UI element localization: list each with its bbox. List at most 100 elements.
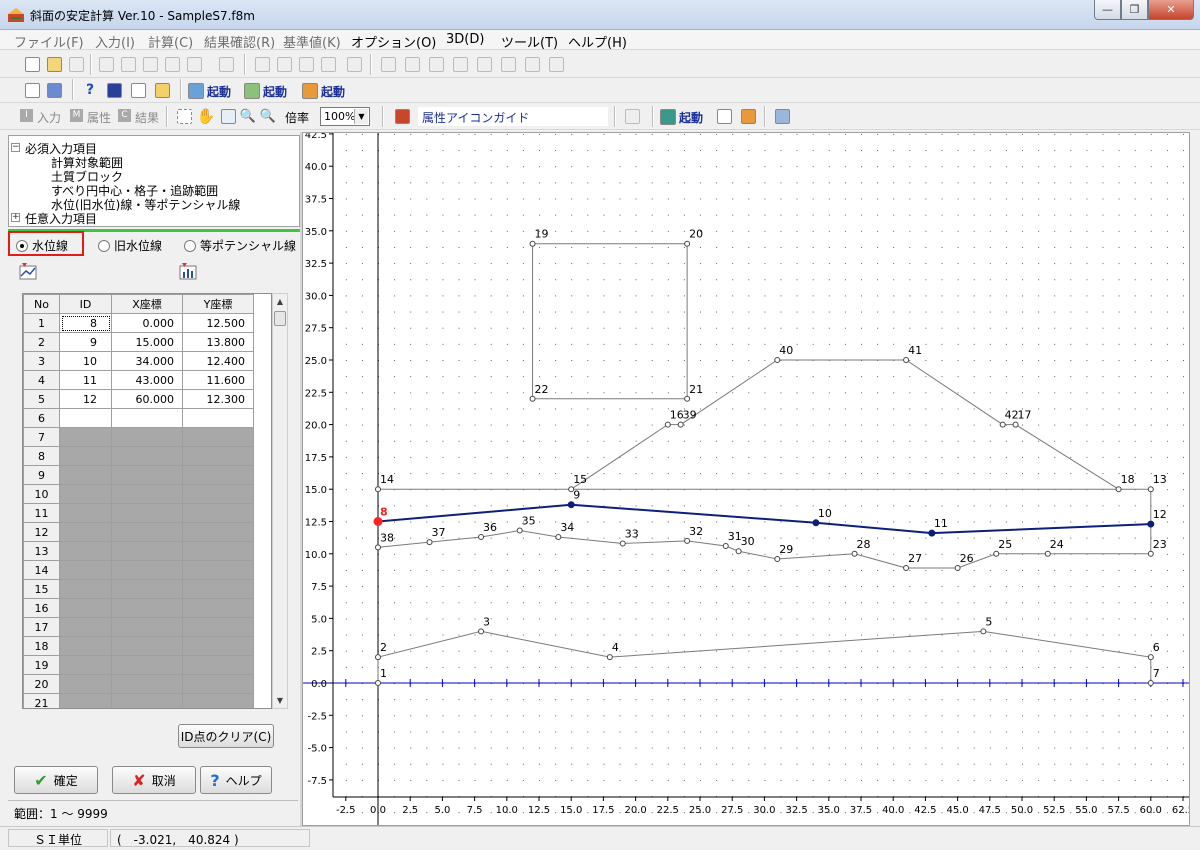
hand-icon[interactable]: ✋ xyxy=(196,106,216,126)
menu-help[interactable]: ヘルプ(H) xyxy=(568,32,627,51)
person-icon[interactable] xyxy=(152,80,172,100)
export-chart-icon[interactable] xyxy=(178,262,200,282)
grid-icon[interactable] xyxy=(714,106,734,126)
cell-x[interactable] xyxy=(111,484,183,504)
cell-y[interactable] xyxy=(182,598,254,618)
cell-x[interactable] xyxy=(111,674,183,694)
cell-id[interactable] xyxy=(59,446,112,466)
table-row[interactable]: 20 xyxy=(23,674,254,694)
window-icon[interactable] xyxy=(772,106,792,126)
table-scrollbar[interactable]: ▲ ▼ xyxy=(272,293,288,709)
cell-x[interactable]: 43.000 xyxy=(111,370,183,390)
chart7-icon[interactable] xyxy=(522,54,542,74)
menu-tool[interactable]: ツール(T) xyxy=(501,32,558,51)
layer-icon[interactable] xyxy=(622,106,642,126)
cell-x[interactable] xyxy=(111,465,183,485)
cancel-button[interactable]: ✘ 取消 xyxy=(112,766,196,794)
table-row[interactable]: 11 xyxy=(23,503,254,523)
menu-calc[interactable]: 計算(C) xyxy=(148,32,193,51)
ok-button[interactable]: ✔ 確定 xyxy=(14,766,98,794)
table-row[interactable]: 14 xyxy=(23,560,254,580)
cell-id[interactable]: 10 xyxy=(59,351,112,371)
launch-button-1[interactable]: 起動 xyxy=(188,80,231,102)
slope-plot[interactable]: -2.5 0.0 2.5 5.0 7.5 10.0 12.5 15.0 17.5 20.0 22.5… xyxy=(303,133,1190,826)
cell-y[interactable]: 12.500 xyxy=(182,313,254,333)
table-row[interactable]: 16 xyxy=(23,598,254,618)
scroll-down-icon[interactable]: ▼ xyxy=(273,693,287,708)
cell-y[interactable] xyxy=(182,674,254,694)
cell-id[interactable] xyxy=(59,598,112,618)
cell-x[interactable]: 15.000 xyxy=(111,332,183,352)
cell-id[interactable] xyxy=(59,636,112,656)
cell-y[interactable] xyxy=(182,484,254,504)
cell-x[interactable] xyxy=(111,541,183,561)
table-row[interactable]: 10 xyxy=(23,484,254,504)
cell-y[interactable]: 12.300 xyxy=(182,389,254,409)
cell-x[interactable] xyxy=(111,427,183,447)
table-row[interactable]: 9 xyxy=(23,465,254,485)
cell-id[interactable] xyxy=(59,693,112,708)
table-row[interactable]: 3 10 34.000 12.400 xyxy=(23,351,254,371)
menu-option[interactable]: オプション(O) xyxy=(351,32,436,51)
ab-icon[interactable] xyxy=(216,54,236,74)
radio-old-water-level[interactable]: 旧水位線 xyxy=(98,237,162,254)
slope-icon[interactable] xyxy=(738,106,758,126)
help-icon[interactable]: ? xyxy=(80,80,100,100)
chart2-icon[interactable] xyxy=(402,54,422,74)
zoom-out-icon[interactable]: 🔍 xyxy=(258,106,278,126)
radio-equipotential[interactable]: 等ポテンシャル線 xyxy=(184,237,296,254)
menu-file[interactable]: ファイル(F) xyxy=(14,32,84,51)
chart6-icon[interactable] xyxy=(498,54,518,74)
cell-x[interactable] xyxy=(111,446,183,466)
cell-x[interactable] xyxy=(111,617,183,637)
cell-y[interactable] xyxy=(182,693,254,708)
drawing-canvas[interactable]: -2.5 0.0 2.5 5.0 7.5 10.0 12.5 15.0 17.5 20.0 22.5… xyxy=(302,132,1190,826)
tool3-icon[interactable] xyxy=(296,54,316,74)
save-icon[interactable] xyxy=(66,54,86,74)
minimize-button[interactable]: — xyxy=(1094,0,1121,20)
tool1-icon[interactable] xyxy=(252,54,272,74)
cell-x[interactable] xyxy=(111,503,183,523)
cell-id[interactable] xyxy=(59,427,112,447)
cell-id[interactable]: 8 xyxy=(59,313,112,333)
attr-mode[interactable]: M 属性 xyxy=(70,109,111,126)
cell-id[interactable]: 11 xyxy=(59,370,112,390)
table-row[interactable]: 18 xyxy=(23,636,254,656)
table-row[interactable]: 7 xyxy=(23,427,254,447)
cell-id[interactable] xyxy=(59,541,112,561)
select-icon[interactable] xyxy=(174,106,194,126)
cell-y[interactable] xyxy=(182,465,254,485)
clear-id-button[interactable]: ID点のクリア(C) xyxy=(178,724,274,748)
cell-y[interactable] xyxy=(182,408,254,428)
cell-y[interactable] xyxy=(182,427,254,447)
preview-icon[interactable] xyxy=(96,54,116,74)
cell-id[interactable] xyxy=(59,579,112,599)
attr-guide-field[interactable]: 属性アイコンガイド xyxy=(418,107,608,126)
zoom-in-icon[interactable]: 🔍 xyxy=(238,106,258,126)
table-row[interactable]: 17 xyxy=(23,617,254,637)
table-row[interactable]: 6 xyxy=(23,408,254,428)
cell-y[interactable] xyxy=(182,655,254,675)
tree-root-optional[interactable]: + 任意入力項目 xyxy=(11,210,97,227)
chart8-icon[interactable] xyxy=(546,54,566,74)
cell-y[interactable] xyxy=(182,541,254,561)
doc2-icon[interactable] xyxy=(162,54,182,74)
cell-y[interactable] xyxy=(182,579,254,599)
manual-icon[interactable] xyxy=(104,80,124,100)
house-icon[interactable] xyxy=(344,54,364,74)
menu-result[interactable]: 結果確認(R) xyxy=(204,32,275,51)
doc-icon[interactable] xyxy=(140,54,160,74)
menu-3d[interactable]: 3D(D) xyxy=(446,32,484,47)
table-row[interactable]: 15 xyxy=(23,579,254,599)
cell-x[interactable] xyxy=(111,560,183,580)
attr-guide-icon[interactable] xyxy=(392,106,412,126)
launch-button-4[interactable]: 起動 xyxy=(660,106,703,128)
cell-y[interactable]: 12.400 xyxy=(182,351,254,371)
cell-id[interactable] xyxy=(59,484,112,504)
close-button[interactable]: ✕ xyxy=(1148,0,1194,20)
expand-icon[interactable]: + xyxy=(11,213,20,222)
cell-x[interactable] xyxy=(111,655,183,675)
card-icon[interactable] xyxy=(128,80,148,100)
menu-input[interactable]: 入力(I) xyxy=(95,32,135,51)
cell-x[interactable]: 0.000 xyxy=(111,313,183,333)
